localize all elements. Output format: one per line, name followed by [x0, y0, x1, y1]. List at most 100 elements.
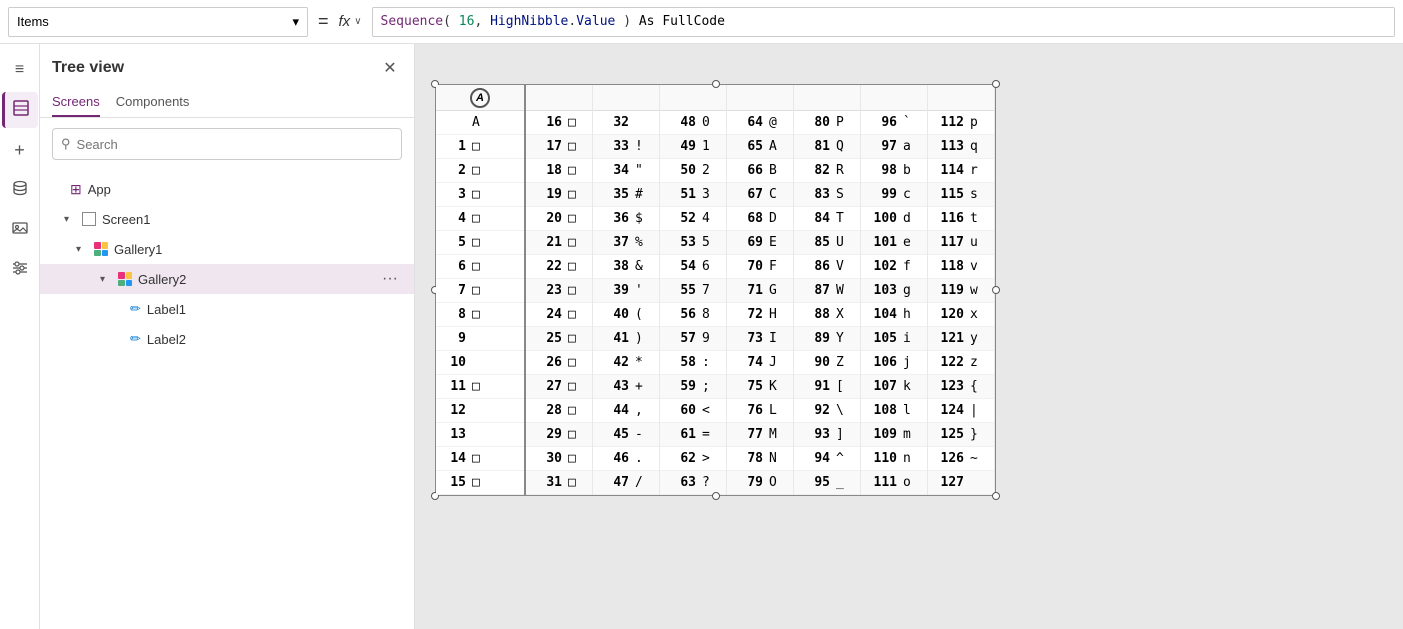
- table-row: 126~: [928, 447, 994, 471]
- table-row: 45-: [593, 423, 659, 447]
- table-row: 35#: [593, 183, 659, 207]
- handle-bot-mid[interactable]: [712, 492, 720, 500]
- table-row: 13: [436, 423, 524, 447]
- table-row: 61=: [660, 423, 726, 447]
- table-row: 77M: [727, 423, 793, 447]
- table-row: 90Z: [794, 351, 860, 375]
- hamburger-menu[interactable]: ≡: [2, 52, 38, 88]
- layers-icon: [12, 99, 30, 122]
- tree-item-app[interactable]: ⊞ App: [40, 174, 414, 204]
- table-row: 29□: [526, 423, 592, 447]
- tree-item-gallery2[interactable]: ▾ Gallery2 ···: [40, 264, 414, 294]
- table-row: 124|: [928, 399, 994, 423]
- data-icon: [11, 179, 29, 202]
- table-row: 108l: [861, 399, 927, 423]
- table-row: 15□: [436, 471, 524, 495]
- formula-text: Sequence( 16, HighNibble.Value ) As Full…: [381, 14, 725, 29]
- screen1-label: Screen1: [102, 212, 150, 227]
- search-box[interactable]: ⚲: [52, 128, 402, 160]
- gallery-first-col: A A1□2□3□4□5□6□7□8□91011□121314□15□: [436, 85, 526, 495]
- table-row: 65A: [727, 135, 793, 159]
- table-row: 120x: [928, 303, 994, 327]
- table-row: 85U: [794, 231, 860, 255]
- table-row: 64@: [727, 111, 793, 135]
- tab-components[interactable]: Components: [116, 88, 190, 117]
- controls-button[interactable]: [2, 252, 38, 288]
- table-row: 40(: [593, 303, 659, 327]
- handle-top-mid[interactable]: [712, 80, 720, 88]
- handle-bot-right[interactable]: [992, 492, 1000, 500]
- gallery-col: 16□17□18□19□20□21□22□23□24□25□26□27□28□2…: [526, 85, 593, 495]
- table-row: 118v: [928, 255, 994, 279]
- gallery-data-columns: 16□17□18□19□20□21□22□23□24□25□26□27□28□2…: [526, 85, 995, 495]
- tree-item-gallery1[interactable]: ▾ Gallery1: [40, 234, 414, 264]
- table-row: 67C: [727, 183, 793, 207]
- table-row: 12: [436, 399, 524, 423]
- table-row: 34": [593, 159, 659, 183]
- table-row: 11□: [436, 375, 524, 399]
- table-row: 2□: [436, 159, 524, 183]
- table-row: 109m: [861, 423, 927, 447]
- data-button[interactable]: [2, 172, 38, 208]
- handle-top-right[interactable]: [992, 80, 1000, 88]
- expand-arrow-gallery1: ▾: [76, 244, 88, 255]
- table-row: 21□: [526, 231, 592, 255]
- table-row: 22□: [526, 255, 592, 279]
- table-row: 491: [660, 135, 726, 159]
- tree-view-close[interactable]: ✕: [378, 56, 402, 80]
- table-row: 122z: [928, 351, 994, 375]
- gallery-header-row: A: [436, 85, 524, 111]
- table-row: 76L: [727, 399, 793, 423]
- table-row: 16□: [526, 111, 592, 135]
- table-row: 72H: [727, 303, 793, 327]
- search-input[interactable]: [77, 137, 393, 152]
- table-row: 83S: [794, 183, 860, 207]
- table-row: 123{: [928, 375, 994, 399]
- gallery-arrow-icon: A: [470, 88, 490, 108]
- gallery-col: 80P81Q82R83S84T85U86V87W88X89Y90Z91[92\9…: [794, 85, 861, 495]
- add-button[interactable]: +: [2, 132, 38, 168]
- table-row: 7□: [436, 279, 524, 303]
- table-row: 59;: [660, 375, 726, 399]
- table-row: 43+: [593, 375, 659, 399]
- layers-button[interactable]: [2, 92, 38, 128]
- handle-mid-right[interactable]: [992, 286, 1000, 294]
- tab-screens[interactable]: Screens: [52, 88, 100, 117]
- table-row: 58:: [660, 351, 726, 375]
- table-row: 112p: [928, 111, 994, 135]
- table-row: 32: [593, 111, 659, 135]
- table-row: 96`: [861, 111, 927, 135]
- more-options-button[interactable]: ···: [378, 268, 402, 290]
- table-row: A: [436, 111, 524, 135]
- table-row: 125}: [928, 423, 994, 447]
- table-row: 4□: [436, 207, 524, 231]
- table-row: 87W: [794, 279, 860, 303]
- items-dropdown[interactable]: Items ▾: [8, 7, 308, 37]
- icon-bar: ≡ +: [0, 44, 40, 629]
- tree-item-screen1[interactable]: ▾ Screen1: [40, 204, 414, 234]
- table-row: 106j: [861, 351, 927, 375]
- table-row: 82R: [794, 159, 860, 183]
- media-button[interactable]: [2, 212, 38, 248]
- top-bar: Items ▾ = fx ∨ Sequence( 16, HighNibble.…: [0, 0, 1403, 44]
- table-row: 93]: [794, 423, 860, 447]
- gallery-col: 64@65A66B67C68D69E70F71G72H73I74J75K76L7…: [727, 85, 794, 495]
- table-row: 9: [436, 327, 524, 351]
- table-row: 41): [593, 327, 659, 351]
- table-row: 25□: [526, 327, 592, 351]
- gallery1-icon: [94, 242, 108, 256]
- formula-bar[interactable]: Sequence( 16, HighNibble.Value ) As Full…: [372, 7, 1395, 37]
- tree-items: ⊞ App ▾ Screen1 ▾: [40, 170, 414, 629]
- tree-item-label2[interactable]: ✏ Label2: [40, 324, 414, 354]
- table-row: 100d: [861, 207, 927, 231]
- gallery-col: 3233!34"35#36$37%38&39'40(41)42*43+44,45…: [593, 85, 660, 495]
- tree-item-label1[interactable]: ✏ Label1: [40, 294, 414, 324]
- hamburger-icon: ≡: [15, 61, 24, 79]
- table-row: 524: [660, 207, 726, 231]
- fx-area[interactable]: fx ∨: [339, 13, 362, 30]
- table-row: 480: [660, 111, 726, 135]
- label1-label: Label1: [147, 302, 186, 317]
- gallery-container: A A1□2□3□4□5□6□7□8□91011□121314□15□ 16□1…: [435, 84, 996, 496]
- table-row: 102f: [861, 255, 927, 279]
- table-row: 115s: [928, 183, 994, 207]
